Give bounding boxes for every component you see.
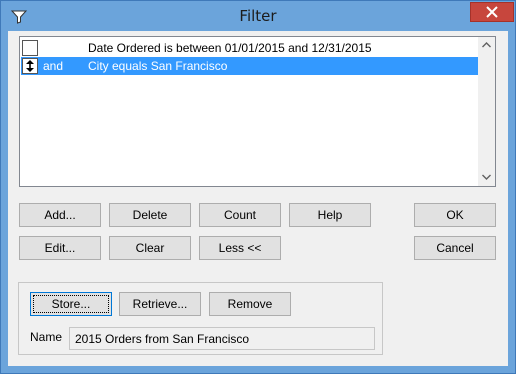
close-icon: [486, 6, 498, 18]
filter-dialog: Filter Date Ordered is between 01/01/201…: [0, 0, 516, 374]
cancel-button[interactable]: Cancel: [414, 236, 496, 260]
row-condition: Date Ordered is between 01/01/2015 and 1…: [88, 41, 372, 55]
criteria-row-selected[interactable]: and City equals San Francisco: [21, 57, 478, 75]
remove-button[interactable]: Remove: [209, 292, 291, 316]
row-indicator: [22, 58, 38, 74]
less-button[interactable]: Less <<: [199, 236, 281, 260]
help-button[interactable]: Help: [289, 203, 371, 227]
retrieve-button[interactable]: Retrieve...: [119, 292, 201, 316]
scroll-up-icon[interactable]: [482, 42, 491, 48]
scroll-down-icon[interactable]: [482, 174, 491, 180]
count-button[interactable]: Count: [199, 203, 281, 227]
store-button[interactable]: Store...: [30, 292, 112, 316]
clear-button[interactable]: Clear: [109, 236, 191, 260]
criteria-row[interactable]: Date Ordered is between 01/01/2015 and 1…: [21, 39, 478, 57]
up-down-arrow-icon: [26, 60, 34, 72]
row-conjunction: and: [43, 59, 64, 73]
add-button[interactable]: Add...: [19, 203, 101, 227]
dialog-body: Date Ordered is between 01/01/2015 and 1…: [8, 31, 508, 366]
vertical-scrollbar[interactable]: [478, 37, 495, 186]
row-indicator: [22, 40, 38, 56]
close-button[interactable]: [470, 2, 514, 22]
title-bar[interactable]: Filter: [1, 1, 515, 31]
delete-button[interactable]: Delete: [109, 203, 191, 227]
name-label: Name: [30, 330, 63, 344]
window-title: Filter: [239, 7, 277, 25]
edit-button[interactable]: Edit...: [19, 236, 101, 260]
name-field[interactable]: 2015 Orders from San Francisco: [69, 327, 375, 350]
row-condition: City equals San Francisco: [88, 59, 228, 73]
ok-button[interactable]: OK: [414, 203, 496, 227]
criteria-list[interactable]: Date Ordered is between 01/01/2015 and 1…: [19, 36, 496, 187]
